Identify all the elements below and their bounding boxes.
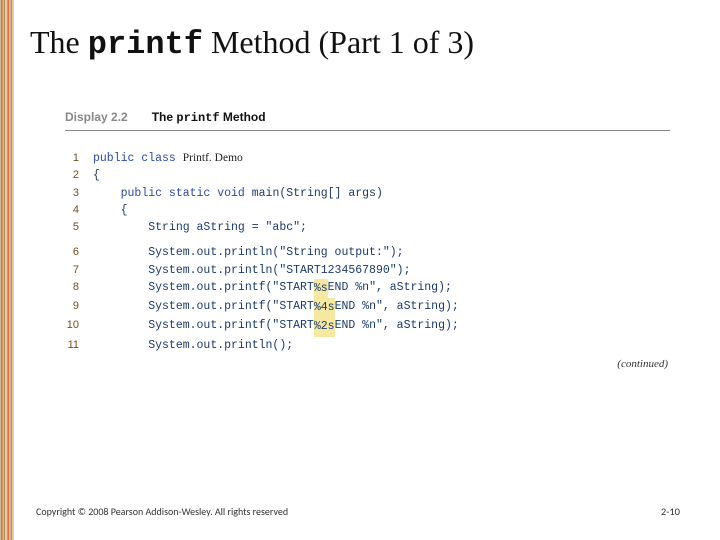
code-line: 6 System.out.println("String output:");: [65, 244, 459, 261]
code-line: 10 System.out.printf("START%2sEND %n", a…: [65, 317, 459, 336]
code-line: 8 System.out.printf("START%sEND %n", aSt…: [65, 279, 459, 298]
code-listing: 1public class Printf. Demo 2{ 3 public s…: [65, 150, 459, 354]
page-number: 2-10: [661, 505, 680, 518]
code-line: 7 System.out.println("START1234567890");: [65, 262, 459, 279]
title-post: Method (Part 1 of 3): [203, 24, 474, 60]
highlight-format: %s: [314, 279, 328, 298]
highlight-format: %2s: [314, 317, 335, 336]
decorative-left-stripe: [0, 0, 14, 540]
title-pre: The: [30, 24, 88, 60]
code-line: 5 String aString = "abc";: [65, 219, 459, 236]
highlight-format: %4s: [314, 298, 335, 317]
copyright-text: Copyright © 2008 Pearson Addison-Wesley.…: [36, 505, 288, 518]
code-line: 4 {: [65, 202, 459, 219]
code-line: 2{: [65, 167, 459, 184]
display-title: The printf Method: [152, 110, 266, 124]
continued-label: (continued): [617, 358, 668, 370]
title-mono: printf: [88, 26, 203, 63]
code-line: 1public class Printf. Demo: [65, 150, 459, 167]
code-gap: [65, 236, 459, 244]
slide-title: The printf Method (Part 1 of 3): [30, 24, 474, 63]
code-line: 11 System.out.println();: [65, 337, 459, 354]
display-header: Display 2.2 The printf Method: [65, 108, 670, 131]
display-label: Display 2.2: [65, 110, 128, 124]
code-line: 3 public static void main(String[] args): [65, 185, 459, 202]
code-line: 9 System.out.printf("START%4sEND %n", aS…: [65, 298, 459, 317]
